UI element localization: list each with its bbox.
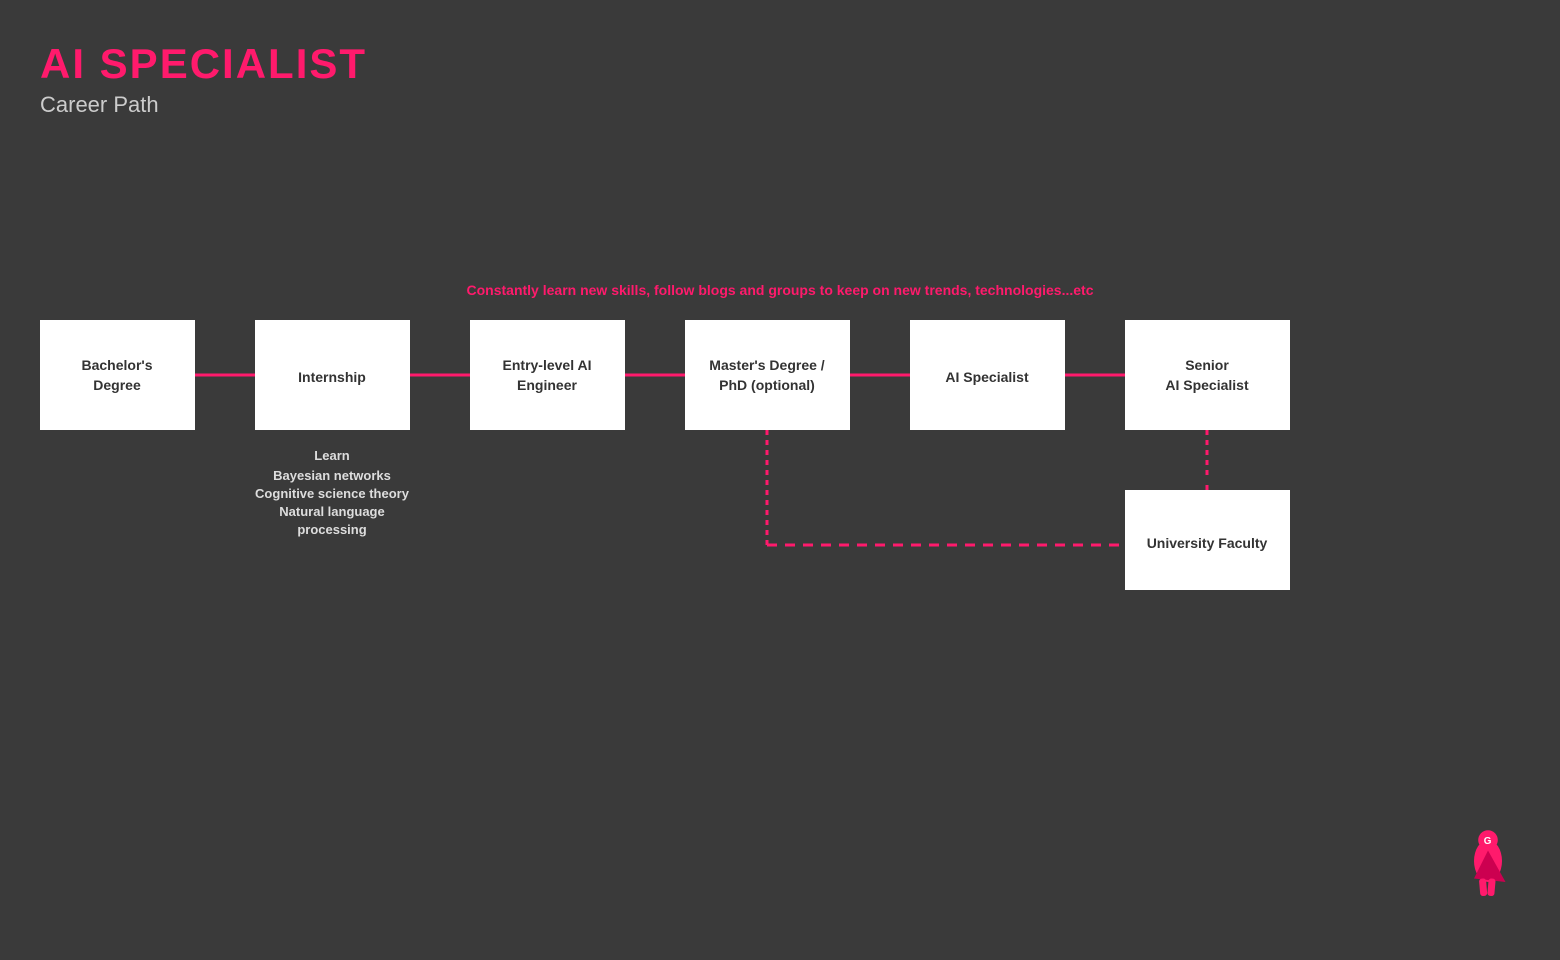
svg-text:AI Specialist: AI Specialist bbox=[1165, 377, 1249, 393]
masters-card bbox=[685, 320, 850, 430]
svg-text:Bachelor's: Bachelor's bbox=[81, 357, 152, 373]
bachelors-card bbox=[40, 320, 195, 430]
top-label-text: Constantly learn new skills, follow blog… bbox=[467, 282, 1094, 298]
entry-level-card bbox=[470, 320, 625, 430]
svg-text:Master's Degree /: Master's Degree / bbox=[709, 357, 824, 373]
senior-ai-card bbox=[1125, 320, 1290, 430]
svg-text:AI Specialist: AI Specialist bbox=[945, 369, 1029, 385]
svg-text:PhD (optional): PhD (optional) bbox=[719, 377, 815, 393]
svg-text:University Faculty: University Faculty bbox=[1147, 535, 1268, 551]
svg-text:Entry-level AI: Entry-level AI bbox=[503, 357, 592, 373]
learn-item-1: Bayesian networks bbox=[273, 468, 391, 483]
learn-item-3: Natural language bbox=[279, 504, 384, 519]
svg-text:Senior: Senior bbox=[1185, 357, 1229, 373]
learn-item-2: Cognitive science theory bbox=[255, 486, 410, 501]
svg-text:Internship: Internship bbox=[298, 369, 366, 385]
svg-text:Engineer: Engineer bbox=[517, 377, 577, 393]
svg-text:G: G bbox=[1484, 836, 1492, 847]
career-diagram: Constantly learn new skills, follow blog… bbox=[0, 0, 1560, 960]
svg-text:Degree: Degree bbox=[93, 377, 141, 393]
learn-title-text: Learn bbox=[314, 448, 349, 463]
mascot-logo: G bbox=[1474, 830, 1506, 896]
learn-item-4: processing bbox=[297, 522, 366, 537]
